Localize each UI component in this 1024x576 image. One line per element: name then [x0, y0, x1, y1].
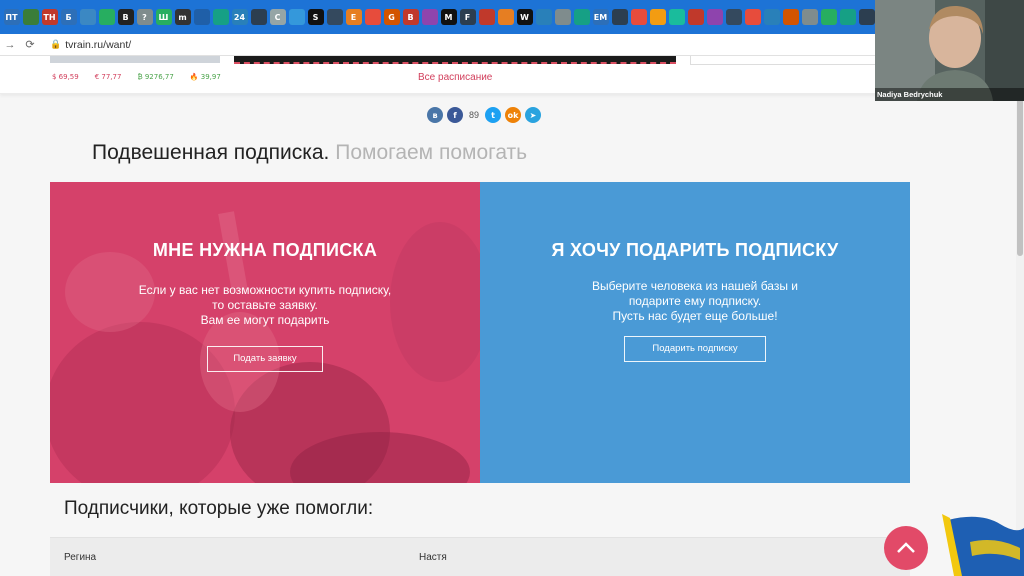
- ticker-btc: ₿ 9276,77: [137, 73, 174, 81]
- ticker-usd: $ 69,59: [52, 73, 79, 81]
- schedule-link[interactable]: Все расписание: [418, 72, 492, 83]
- tab-list: ПТ TH Б B? Шm 24 C S E G B M F W EM: [2, 9, 875, 25]
- union-logo-flag: [942, 514, 1024, 576]
- browser-tab-2[interactable]: TH: [41, 9, 58, 25]
- browser-tab-16[interactable]: S: [307, 9, 324, 25]
- helper-name-cell: Регина: [64, 552, 97, 563]
- need-subscription-line-3: Вам ее могут подарить: [200, 313, 330, 327]
- browser-tab-36[interactable]: [687, 9, 704, 25]
- browser-tab-3[interactable]: Б: [60, 9, 77, 25]
- browser-tab-42[interactable]: [801, 9, 818, 25]
- browser-tab-15[interactable]: [288, 9, 305, 25]
- header-thumbnail[interactable]: [50, 56, 220, 63]
- browser-tab-40[interactable]: [763, 9, 780, 25]
- browser-tab-33[interactable]: [630, 9, 647, 25]
- browser-tab-13[interactable]: [250, 9, 267, 25]
- submit-request-button[interactable]: Подать заявку: [207, 346, 323, 372]
- browser-tab-10[interactable]: [193, 9, 210, 25]
- browser-tab-9[interactable]: m: [174, 9, 191, 25]
- browser-tab-44[interactable]: [839, 9, 856, 25]
- lock-icon[interactable]: 🔒: [50, 39, 61, 50]
- ticker-oil: 🔥 39,97: [189, 73, 221, 81]
- browser-tab-38[interactable]: [725, 9, 742, 25]
- browser-tab-23[interactable]: M: [440, 9, 457, 25]
- give-subscription-line-2: подарите ему подписку.: [628, 294, 762, 308]
- webcam-video: [875, 0, 1024, 101]
- browser-tab-25[interactable]: [478, 9, 495, 25]
- facebook-share-count: 89: [469, 110, 480, 120]
- twitter-icon[interactable]: t: [485, 107, 502, 123]
- give-subscription-panel: Я ХОЧУ ПОДАРИТЬ ПОДПИСКУ Выберите челове…: [480, 182, 910, 483]
- telegram-icon[interactable]: ➤: [525, 107, 542, 123]
- page-title-accent: Помогаем помогать: [335, 141, 528, 164]
- browser-tab-26[interactable]: [497, 9, 514, 25]
- give-subscription-text: Выберите человека из нашей базы и подари…: [480, 279, 910, 324]
- ticker-eur: € 77,77: [94, 73, 122, 81]
- webcam-overlay: Nadiya Bedrychuk: [875, 0, 1024, 101]
- browser-tab-31[interactable]: EM: [592, 9, 609, 25]
- browser-tab-22[interactable]: [421, 9, 438, 25]
- browser-tab-4[interactable]: [79, 9, 96, 25]
- browser-tab-strip: ПТTHБB?Шm24CSEGBMFWEM ✕ VII: [0, 0, 875, 34]
- participant-name: Nadiya Bedrychuk: [875, 88, 1024, 101]
- browser-tab-7[interactable]: ?: [136, 9, 153, 25]
- give-subscription-line-3: Пусть нас будет еще больше!: [612, 309, 778, 323]
- facebook-icon[interactable]: f: [447, 107, 463, 123]
- give-subscription-line-1: Выберите человека из нашей базы и: [591, 279, 799, 293]
- helped-section-title: Подписчики, которые уже помогли:: [64, 498, 374, 519]
- reload-icon[interactable]: ⟳: [20, 38, 40, 51]
- page-title: Подвешенная подписка. Помогаем помогать: [92, 141, 527, 165]
- need-subscription-line-1: Если у вас нет возможности купить подпис…: [138, 283, 392, 297]
- browser-tab-29[interactable]: [554, 9, 571, 25]
- browser-tab-32[interactable]: [611, 9, 628, 25]
- helpers-table: Регина Настя: [50, 537, 910, 576]
- browser-tab-14[interactable]: C: [269, 9, 286, 25]
- chevron-up-icon: [897, 542, 915, 553]
- browser-tab-39[interactable]: [744, 9, 761, 25]
- browser-tab-43[interactable]: [820, 9, 837, 25]
- browser-tab-11[interactable]: [212, 9, 229, 25]
- header-right-box: [690, 56, 880, 65]
- currency-tickers: $ 69,59 € 77,77 ₿ 9276,77 🔥 39,97: [52, 73, 221, 81]
- page-title-main: Подвешенная подписка.: [92, 141, 330, 164]
- browser-tab-19[interactable]: [364, 9, 381, 25]
- browser-tab-28[interactable]: [535, 9, 552, 25]
- helper-name-cell: Настя: [419, 552, 447, 563]
- browser-tab-21[interactable]: B: [402, 9, 419, 25]
- browser-tab-30[interactable]: [573, 9, 590, 25]
- scrollbar-thumb[interactable]: [1017, 98, 1023, 256]
- browser-tab-17[interactable]: [326, 9, 343, 25]
- header-video-strip[interactable]: [234, 56, 676, 64]
- browser-tab-35[interactable]: [668, 9, 685, 25]
- browser-tab-6[interactable]: B: [117, 9, 134, 25]
- need-subscription-text: Если у вас нет возможности купить подпис…: [50, 283, 480, 328]
- browser-tab-24[interactable]: F: [459, 9, 476, 25]
- url-field[interactable]: tvrain.ru/want/: [65, 39, 131, 51]
- browser-tab-27[interactable]: W: [516, 9, 533, 25]
- screen: ПТTHБB?Шm24CSEGBMFWEM ✕ VII → ⟳ 🔒 tvrain…: [0, 0, 1024, 576]
- need-subscription-line-2: то оставьте заявку.: [212, 298, 318, 312]
- browser-tab-5[interactable]: [98, 9, 115, 25]
- forward-icon[interactable]: →: [0, 39, 20, 51]
- scroll-to-top-button[interactable]: [884, 526, 928, 570]
- browser-tab-34[interactable]: [649, 9, 666, 25]
- browser-tab-37[interactable]: [706, 9, 723, 25]
- browser-tab-41[interactable]: [782, 9, 799, 25]
- give-subscription-heading: Я ХОЧУ ПОДАРИТЬ ПОДПИСКУ: [551, 240, 839, 260]
- vk-icon[interactable]: в: [427, 107, 443, 123]
- address-bar: → ⟳ 🔒 tvrain.ru/want/: [0, 34, 875, 56]
- share-row: в f 89 t ok ➤: [427, 107, 542, 123]
- browser-tab-18[interactable]: E: [345, 9, 362, 25]
- browser-tab-45[interactable]: [858, 9, 875, 25]
- browser-tab-20[interactable]: G: [383, 9, 400, 25]
- browser-tab-12[interactable]: 24: [231, 9, 248, 25]
- browser-tab-0[interactable]: ПТ: [3, 9, 20, 25]
- need-subscription-heading: МНЕ НУЖНА ПОДПИСКА: [152, 240, 378, 260]
- need-subscription-panel: МНЕ НУЖНА ПОДПИСКА Если у вас нет возмож…: [50, 182, 480, 483]
- browser-tab-1[interactable]: [22, 9, 39, 25]
- odnoklassniki-icon[interactable]: ok: [505, 107, 522, 123]
- gift-subscription-button[interactable]: Подарить подписку: [624, 336, 766, 362]
- browser-tab-8[interactable]: Ш: [155, 9, 172, 25]
